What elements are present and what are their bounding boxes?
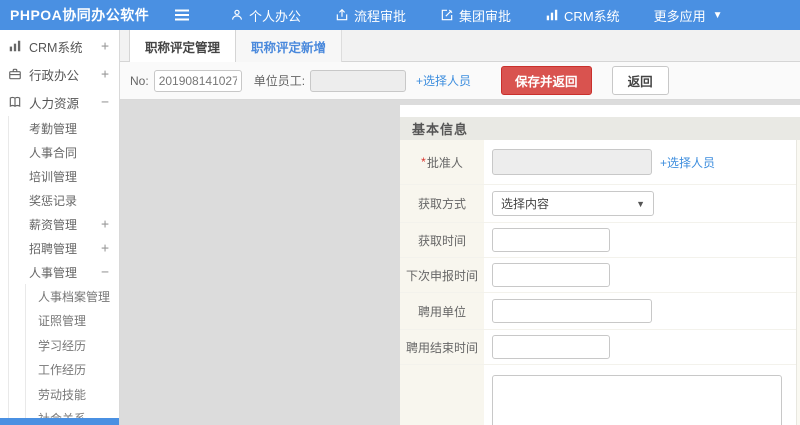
flow-approval-icon <box>335 8 349 22</box>
hr-submenu: 考勤管理 人事合同 培训管理 奖惩记录 薪资管理 + 招聘管理 + 人事管理 − 人事… <box>8 116 119 425</box>
form-panel: 基本信息 * 批准人 +选择人员 获取方式 选择内容 ▼ 获取时间 下次申报时间… <box>400 105 800 425</box>
nav-group-approval[interactable]: 集团审批 <box>430 0 521 30</box>
field-label: 下次申报时间 <box>400 258 484 292</box>
collapse-toggle[interactable]: − <box>101 265 109 280</box>
save-and-return-button[interactable]: 保存并返回 <box>501 66 592 95</box>
sidebar-item-salary[interactable]: 薪资管理 + <box>9 212 119 236</box>
tab-bar: 职称评定管理 职称评定新增 <box>120 30 800 62</box>
select-person-link[interactable]: +选择人员 <box>416 72 471 89</box>
field-label: 评定详情 <box>400 365 484 425</box>
sidebar-item-hr-contract[interactable]: 人事合同 <box>9 140 119 164</box>
sidebar-item-admin-office[interactable]: 行政办公 + <box>0 60 119 88</box>
sidebar-footer-bar <box>0 418 119 425</box>
bar-chart-icon <box>8 39 23 54</box>
content-area: 基本信息 * 批准人 +选择人员 获取方式 选择内容 ▼ 获取时间 下次申报时间… <box>120 100 800 425</box>
no-input[interactable] <box>153 69 242 92</box>
caret-down-icon: ▼ <box>712 9 723 21</box>
acquire-time-input[interactable] <box>492 228 610 252</box>
field-label: 获取方式 <box>400 185 484 222</box>
sidebar-item-reward-punish[interactable]: 奖惩记录 <box>9 188 119 212</box>
bar-chart-icon <box>545 8 559 22</box>
top-navigation: 个人办公 流程审批 集团审批 CRM系统 更多应用 ▼ <box>220 0 747 30</box>
main-area: 职称评定管理 职称评定新增 No: 单位员工: +选择人员 保存并返回 返回 基… <box>120 30 800 425</box>
sidebar-item-education-history[interactable]: 学习经历 <box>26 333 119 358</box>
sidebar-item-recruit[interactable]: 招聘管理 + <box>9 236 119 260</box>
no-label: No: <box>130 73 149 88</box>
sidebar-item-certificates[interactable]: 证照管理 <box>26 309 119 334</box>
expand-toggle[interactable]: + <box>101 241 109 256</box>
select-person-link[interactable]: +选择人员 <box>660 154 715 171</box>
employer-input[interactable] <box>492 299 652 323</box>
employee-input[interactable] <box>310 69 407 92</box>
expand-toggle[interactable]: + <box>101 217 109 232</box>
required-marker: * <box>421 155 426 169</box>
personnel-submenu: 人事档案管理 证照管理 学习经历 工作经历 劳动技能 社会关系 <box>25 284 119 425</box>
form-row-acquire-time: 获取时间 <box>400 223 800 258</box>
sidebar-item-attendance[interactable]: 考勤管理 <box>9 116 119 140</box>
user-icon <box>230 8 244 22</box>
sidebar: CRM系统 + 行政办公 + 人力资源 − 考勤管理 人事合同 培训管理 奖惩记… <box>0 30 120 425</box>
field-label: 聘用结束时间 <box>400 330 484 364</box>
expand-toggle[interactable]: + <box>101 39 109 54</box>
field-label: * 批准人 <box>400 140 484 184</box>
approver-input[interactable] <box>492 149 652 175</box>
employee-label: 单位员工: <box>253 74 306 88</box>
app-window: PHPOA协同办公软件 个人办公 流程审批 集团审批 CRM系统 更多应用 ▼ … <box>0 0 800 425</box>
collapse-toggle[interactable]: − <box>101 95 109 110</box>
sidebar-item-crm[interactable]: CRM系统 + <box>0 32 119 60</box>
tab-title-evaluation-management[interactable]: 职称评定管理 <box>129 30 237 62</box>
app-logo: PHPOA协同办公软件 <box>10 7 150 23</box>
form-row-employer: 聘用单位 <box>400 293 800 330</box>
panel-right-edge <box>796 140 800 425</box>
employ-end-time-input[interactable] <box>492 335 610 359</box>
form-row-next-apply-time: 下次申报时间 <box>400 258 800 293</box>
caret-down-icon: ▼ <box>636 198 645 209</box>
form-row-acquire-method: 获取方式 选择内容 ▼ <box>400 185 800 223</box>
sidebar-item-work-history[interactable]: 工作经历 <box>26 358 119 383</box>
section-title: 基本信息 <box>400 117 800 140</box>
briefcase-icon <box>8 67 23 82</box>
sidebar-item-training[interactable]: 培训管理 <box>9 164 119 188</box>
field-label: 聘用单位 <box>400 293 484 329</box>
back-button[interactable]: 返回 <box>611 66 669 95</box>
next-apply-time-input[interactable] <box>492 263 610 287</box>
nav-process-approval[interactable]: 流程审批 <box>325 0 416 30</box>
hamburger-menu-icon[interactable] <box>162 8 202 22</box>
sidebar-item-hr[interactable]: 人力资源 − <box>0 88 119 116</box>
tab-title-evaluation-add[interactable]: 职称评定新增 <box>236 30 343 62</box>
sidebar-item-personnel[interactable]: 人事管理 − <box>9 260 119 284</box>
evaluation-detail-textarea[interactable] <box>492 375 782 425</box>
sidebar-item-labor-skills[interactable]: 劳动技能 <box>26 382 119 407</box>
nav-more-apps[interactable]: 更多应用 ▼ <box>644 0 733 30</box>
expand-toggle[interactable]: + <box>101 67 109 82</box>
form-row-employ-end-time: 聘用结束时间 <box>400 330 800 365</box>
acquire-method-select[interactable]: 选择内容 ▼ <box>492 191 654 216</box>
toolbar: No: 单位员工: +选择人员 保存并返回 返回 <box>120 62 800 100</box>
edit-approval-icon <box>440 8 454 22</box>
nav-crm-system[interactable]: CRM系统 <box>535 0 630 30</box>
book-icon <box>8 95 23 110</box>
form-row-approver: * 批准人 +选择人员 <box>400 140 800 185</box>
nav-personal-office[interactable]: 个人办公 <box>220 0 311 30</box>
top-header: PHPOA协同办公软件 个人办公 流程审批 集团审批 CRM系统 更多应用 ▼ <box>0 0 800 30</box>
sidebar-item-personnel-archive[interactable]: 人事档案管理 <box>26 284 119 309</box>
form-row-evaluation-detail: 评定详情 <box>400 365 800 425</box>
field-label: 获取时间 <box>400 223 484 257</box>
